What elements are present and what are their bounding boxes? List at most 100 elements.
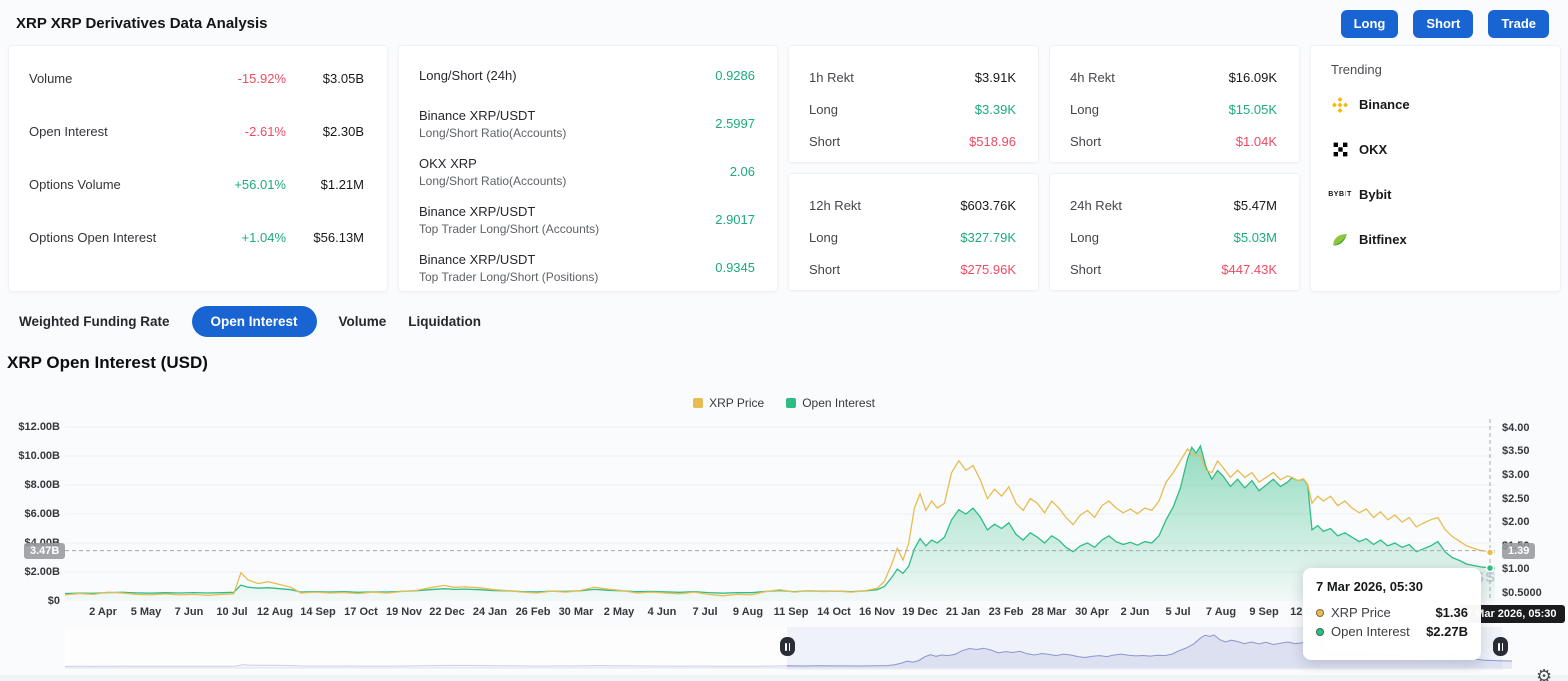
rekt-long-row: Long $15.05K: [1070, 94, 1277, 124]
stat-change: -15.92%: [237, 71, 286, 86]
stat-row: Options Open Interest +1.04% $56.13M: [9, 215, 387, 260]
open-interest-chart-plot[interactable]: [64, 419, 1496, 601]
ratio-row: Binance XRP/USDT Long/Short Ratio(Account…: [399, 100, 777, 147]
short-button[interactable]: Short: [1413, 10, 1474, 38]
chart-legend: XRP Price Open Interest: [0, 396, 1568, 410]
tooltip-series-label: XRP Price: [1331, 605, 1391, 620]
settings-gear-icon[interactable]: ⚙: [1536, 666, 1552, 681]
y-axis-label-right: $3.50: [1502, 445, 1530, 458]
stat-label: Volume: [29, 71, 73, 86]
ratio-title: Binance XRP/USDT: [419, 251, 536, 267]
ratio-row: Long/Short (24h) 0.9286: [399, 52, 777, 99]
rekt-title: 1h Rekt: [809, 69, 854, 85]
tab-liquidation[interactable]: Liquidation: [408, 306, 481, 337]
rekt-long-label: Long: [1070, 101, 1099, 117]
navigator-unselected-mask: [65, 627, 787, 670]
ratio-title: Long/Short (24h): [419, 68, 517, 83]
ratio-title: Binance XRP/USDT: [419, 203, 536, 219]
tab-open-interest[interactable]: Open Interest: [191, 306, 317, 337]
rekt-short-value: $518.96: [969, 133, 1016, 149]
rekt-long-value: $3.39K: [974, 101, 1016, 117]
stat-value: $2.30B: [322, 124, 364, 139]
y-axis-label-right: $2.00: [1502, 516, 1530, 529]
rekt-short-row: Short $447.43K: [1070, 254, 1277, 284]
page-title: XRP XRP Derivatives Data Analysis: [16, 15, 268, 32]
rekt-title-row: 24h Rekt $5.47M: [1070, 190, 1277, 220]
ratio-value: 2.06: [729, 164, 755, 179]
trending-item-okx[interactable]: OKX: [1331, 127, 1540, 172]
rekt-card: 24h Rekt $5.47M Long $5.03M Short $447.43K: [1049, 173, 1300, 291]
long-short-ratios-card: Long/Short (24h) 0.9286 Binance XRP/USDT Lo…: [398, 45, 778, 292]
tab-volume[interactable]: Volume: [339, 306, 387, 337]
bitfinex-icon: [1331, 231, 1349, 249]
legend-label: XRP Price: [709, 396, 765, 410]
tooltip-series-value: $2.27B: [1426, 624, 1468, 639]
ratio-subtitle: Top Trader Long/Short (Positions): [419, 269, 599, 284]
trending-item-label: Binance: [1359, 97, 1410, 112]
ratio-name: OKX XRP Long/Short Ratio(Accounts): [419, 156, 730, 188]
ratio-subtitle: Long/Short Ratio(Accounts): [419, 173, 567, 188]
rekt-title-row: 4h Rekt $16.09K: [1070, 62, 1277, 92]
tooltip-series-dot: [1316, 627, 1324, 636]
long-button[interactable]: Long: [1340, 10, 1399, 38]
legend-item-open-interest[interactable]: Open Interest: [786, 396, 875, 410]
chart-canvas: [64, 419, 1496, 601]
stat-value: $56.13M: [313, 230, 364, 245]
y-axis-label-left: $6.00B: [24, 508, 60, 520]
rekt-short-label: Short: [809, 133, 841, 149]
tab-weighted-funding-rate[interactable]: Weighted Funding Rate: [19, 306, 170, 337]
rekt-card: 12h Rekt $603.76K Long $327.79K Short $275.96…: [788, 173, 1039, 291]
rekt-title: 4h Rekt: [1070, 69, 1115, 85]
y-axis-label-right: $0.5000: [1502, 587, 1542, 599]
y-axis-label-right: $4.00: [1502, 421, 1530, 434]
stat-value: $3.05B: [322, 71, 364, 86]
tooltip-date: 7 Mar 2026, 05:30: [1316, 579, 1423, 594]
navigator-handle-right[interactable]: [1493, 637, 1508, 656]
crosshair-left-value-badge: 3.47B: [24, 543, 66, 559]
trending-item-binance[interactable]: Binance: [1331, 82, 1540, 127]
stat-row: Volume -15.92% $3.05B: [9, 56, 387, 101]
rekt-long-label: Long: [809, 101, 838, 117]
trending-item-bitfinex[interactable]: Bitfinex: [1331, 217, 1540, 262]
stat-value: $1.21M: [320, 177, 364, 192]
rekt-short-row: Short $275.96K: [809, 254, 1016, 284]
ratio-name: Long/Short (24h): [419, 68, 715, 83]
rekt-long-label: Long: [1070, 229, 1099, 245]
rekt-short-row: Short $518.96: [809, 126, 1016, 156]
tooltip-row: XRP Price $1.36: [1316, 603, 1468, 622]
rekt-short-value: $275.96K: [960, 261, 1016, 277]
tooltip-series-value: $1.36: [1435, 605, 1468, 620]
ratio-value: 0.9345: [715, 260, 755, 275]
trending-title: Trending: [1331, 62, 1382, 77]
ratio-name: Binance XRP/USDT Top Trader Long/Short (A…: [419, 204, 715, 236]
stat-label: Options Open Interest: [29, 230, 157, 245]
legend-swatch-icon: [693, 398, 704, 408]
bottom-divider: [0, 675, 1568, 681]
trending-item-label: Bybit: [1359, 187, 1392, 202]
trending-item-label: OKX: [1359, 142, 1388, 157]
ratio-subtitle: Long/Short Ratio(Accounts): [419, 125, 567, 140]
rekt-card: 4h Rekt $16.09K Long $15.05K Short $1.04K: [1049, 45, 1300, 163]
rekt-short-label: Short: [1070, 261, 1102, 277]
navigator-handle-left[interactable]: [780, 637, 795, 656]
rekt-card: 1h Rekt $3.91K Long $3.39K Short $518.96: [788, 45, 1039, 163]
rekt-title: 24h Rekt: [1070, 197, 1123, 213]
legend-item-xrp-price[interactable]: XRP Price: [693, 396, 764, 410]
rekt-long-value: $327.79K: [960, 229, 1016, 245]
rekt-total: $16.09K: [1228, 69, 1277, 85]
ratio-name: Binance XRP/USDT Top Trader Long/Short (P…: [419, 252, 715, 284]
rekt-short-row: Short $1.04K: [1070, 126, 1277, 156]
y-axis-label-left: $8.00B: [24, 479, 60, 491]
binance-icon: [1331, 96, 1349, 114]
trade-button[interactable]: Trade: [1488, 10, 1549, 38]
ratio-subtitle: Top Trader Long/Short (Accounts): [419, 221, 600, 236]
chart-tabs: Weighted Funding Rate Open Interest Volume…: [19, 306, 481, 337]
ratio-value: 2.9017: [715, 212, 755, 227]
derivatives-dashboard: XRP XRP Derivatives Data Analysis Long Sh…: [0, 0, 1568, 681]
rekt-total: $3.91K: [974, 69, 1016, 85]
trending-item-bybit[interactable]: BYBIT Bybit: [1328, 172, 1540, 217]
y-axis-label-left: $0: [47, 595, 60, 607]
crosshair-right-value-badge: 1.39: [1502, 543, 1536, 559]
rekt-cards-grid: 1h Rekt $3.91K Long $3.39K Short $518.96 4h Re…: [788, 45, 1300, 292]
legend-swatch-icon: [786, 398, 797, 408]
